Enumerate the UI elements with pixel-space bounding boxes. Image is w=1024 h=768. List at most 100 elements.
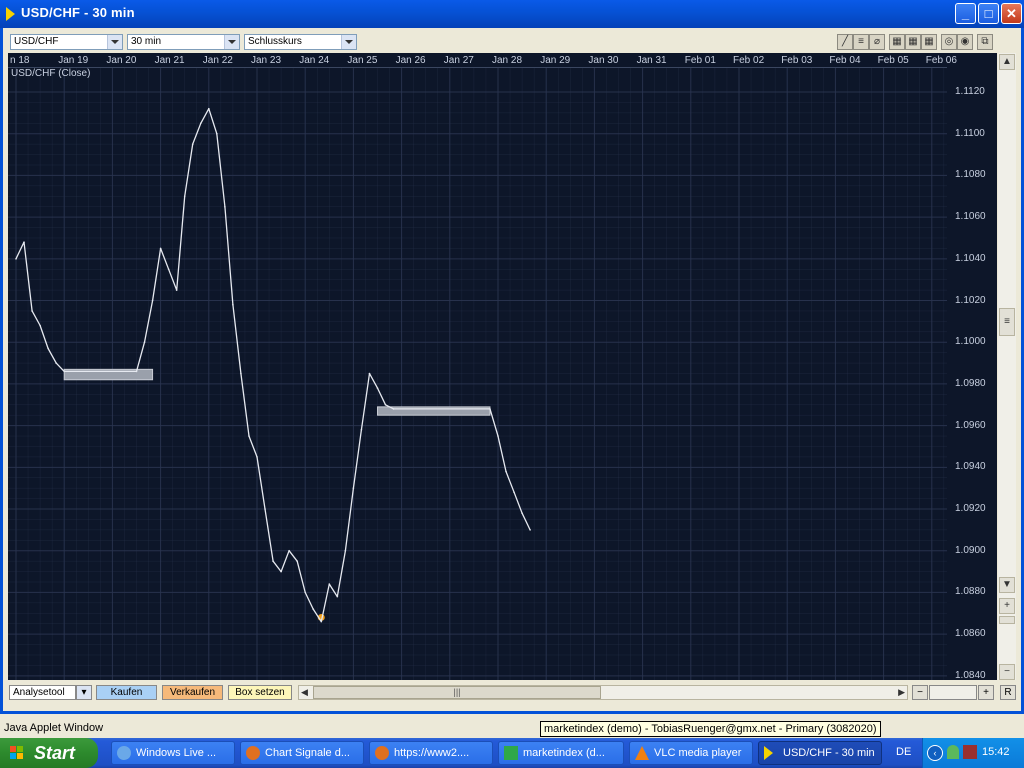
chevron-down-icon[interactable]: ▾ bbox=[76, 685, 92, 700]
taskbar-item-chart-signale[interactable]: Chart Signale d... bbox=[240, 741, 364, 765]
date-tick-label: Jan 28 bbox=[492, 55, 523, 66]
sell-button[interactable]: Verkaufen bbox=[162, 685, 223, 700]
scroll-left-icon[interactable]: ◀ bbox=[301, 686, 308, 699]
erase-tool-icon[interactable]: ⌀ bbox=[869, 34, 885, 50]
app-arrow-icon bbox=[764, 746, 773, 760]
chart-caption: USD/CHF (Close) bbox=[11, 68, 91, 79]
settings-tool-icon[interactable]: ◉ bbox=[957, 34, 973, 50]
tray-user-icon[interactable] bbox=[947, 745, 959, 759]
buy-button[interactable]: Kaufen bbox=[96, 685, 157, 700]
date-tick-label: Jan 23 bbox=[251, 55, 282, 66]
chevron-down-icon[interactable] bbox=[341, 35, 356, 49]
window-title-bar[interactable]: USD/CHF - 30 min _ □ ✕ bbox=[0, 0, 1024, 28]
vertical-scroll-thumb[interactable]: ≡ bbox=[999, 308, 1015, 336]
grid-medium-tool-icon[interactable]: ▦ bbox=[905, 34, 921, 50]
data-point bbox=[392, 408, 395, 410]
data-point bbox=[31, 310, 33, 312]
data-point bbox=[296, 560, 298, 562]
range-box bbox=[377, 406, 491, 416]
data-point bbox=[272, 560, 274, 562]
price-type-select[interactable]: Schlusskurs bbox=[244, 34, 357, 50]
zoom-out-icon[interactable]: − bbox=[999, 664, 1015, 680]
data-point bbox=[63, 370, 65, 373]
data-point bbox=[256, 456, 258, 458]
vertical-scrollbar[interactable]: ▲ ≡ ▼ + − bbox=[998, 53, 1016, 680]
windows-flag-icon bbox=[10, 746, 24, 760]
date-tick-label: Feb 02 bbox=[733, 55, 765, 66]
data-point bbox=[264, 508, 266, 510]
data-point bbox=[505, 470, 507, 473]
grid-small-tool-icon[interactable]: ▦ bbox=[889, 34, 905, 50]
horizontal-scroll-thumb[interactable]: ||| bbox=[313, 686, 601, 699]
interval-select[interactable]: 30 min bbox=[127, 34, 240, 50]
chevron-down-icon[interactable] bbox=[107, 35, 122, 49]
date-tick-label: Jan 31 bbox=[636, 55, 667, 66]
taskbar-tooltip: marketindex (demo) - TobiasRuenger@gmx.n… bbox=[540, 721, 881, 737]
price-tick-label: 1.0840 bbox=[955, 669, 986, 681]
taskbar-item-https[interactable]: https://www2.... bbox=[369, 741, 493, 765]
price-tick-label: 1.0920 bbox=[955, 503, 986, 515]
taskbar-item-label: USD/CHF - 30 min bbox=[783, 747, 875, 759]
symbol-select[interactable]: USD/CHF bbox=[10, 34, 123, 50]
applet-window-label: Java Applet Window bbox=[4, 722, 104, 734]
marketindex-icon bbox=[504, 746, 518, 760]
zoom-tool-icon[interactable]: ◎ bbox=[941, 34, 957, 50]
data-point bbox=[489, 408, 491, 410]
system-clock: 15:42 bbox=[982, 746, 1010, 758]
price-type-select-value: Schlusskurs bbox=[248, 36, 302, 47]
zoom-in-icon[interactable]: + bbox=[999, 598, 1015, 614]
taskbar-item-vlc[interactable]: VLC media player bbox=[629, 741, 753, 765]
data-point bbox=[521, 512, 523, 514]
date-tick-label: Jan 30 bbox=[588, 55, 619, 66]
close-button[interactable]: ✕ bbox=[1001, 3, 1022, 24]
scroll-right-icon[interactable]: ▶ bbox=[898, 686, 905, 699]
reset-button[interactable]: R bbox=[1000, 685, 1016, 700]
chevron-down-icon[interactable] bbox=[224, 35, 239, 49]
taskbar-item-windows-live[interactable]: Windows Live ... bbox=[111, 741, 235, 765]
window-title: USD/CHF - 30 min bbox=[21, 5, 135, 20]
date-tick-label: Jan 20 bbox=[106, 55, 137, 66]
taskbar-item-label: Windows Live ... bbox=[136, 747, 217, 759]
price-tick-label: 1.0900 bbox=[955, 544, 986, 556]
data-point bbox=[216, 132, 218, 135]
detach-window-icon[interactable]: ⧉ bbox=[977, 34, 993, 50]
data-point bbox=[199, 122, 202, 125]
zoom-minus-button[interactable]: − bbox=[912, 685, 928, 700]
data-point bbox=[183, 195, 186, 198]
data-point bbox=[513, 491, 515, 494]
date-tick-label: Jan 19 bbox=[58, 55, 89, 66]
data-point bbox=[376, 387, 379, 389]
price-tick-label: 1.1040 bbox=[955, 252, 986, 264]
set-box-button[interactable]: Box setzen bbox=[228, 685, 292, 700]
firefox-icon bbox=[246, 746, 260, 760]
zoom-plus-button[interactable]: + bbox=[978, 685, 994, 700]
scroll-up-icon[interactable]: ▲ bbox=[999, 54, 1015, 70]
data-point bbox=[384, 403, 387, 406]
maximize-button[interactable]: □ bbox=[978, 3, 999, 24]
draw-line-tool-icon[interactable]: ╱ bbox=[837, 34, 853, 50]
tray-expand-icon[interactable]: ‹ bbox=[927, 745, 943, 761]
date-tick-label: Feb 01 bbox=[684, 55, 716, 66]
minimize-button[interactable]: _ bbox=[955, 3, 976, 24]
data-point bbox=[368, 372, 371, 375]
data-point bbox=[248, 435, 250, 437]
start-button[interactable]: Start bbox=[0, 738, 98, 768]
date-tick-label: n 18 bbox=[10, 55, 30, 66]
horizontal-scrollbar[interactable]: ◀ ||| ▶ bbox=[298, 685, 908, 700]
scroll-down-icon[interactable]: ▼ bbox=[999, 577, 1015, 593]
analysis-tool-select[interactable]: Analysetool bbox=[9, 685, 76, 700]
app-arrow-icon bbox=[6, 7, 15, 21]
price-chart[interactable] bbox=[8, 53, 947, 680]
grid-large-tool-icon[interactable]: ▦ bbox=[921, 34, 937, 50]
language-indicator[interactable]: DE bbox=[896, 746, 911, 758]
price-tick-label: 1.0980 bbox=[955, 377, 986, 389]
taskbar-item-label: Chart Signale d... bbox=[265, 747, 350, 759]
data-point bbox=[151, 299, 154, 302]
vlc-cone-icon bbox=[635, 746, 649, 760]
taskbar-item-usd-chf[interactable]: USD/CHF - 30 min bbox=[758, 741, 882, 765]
taskbar-item-marketindex[interactable]: marketindex (d... bbox=[498, 741, 624, 765]
taskbar-item-label: marketindex (d... bbox=[523, 747, 605, 759]
horizontal-lines-tool-icon[interactable]: ≡ bbox=[853, 34, 869, 50]
zoom-slider[interactable] bbox=[929, 685, 977, 700]
tray-app-icon[interactable] bbox=[963, 745, 977, 759]
